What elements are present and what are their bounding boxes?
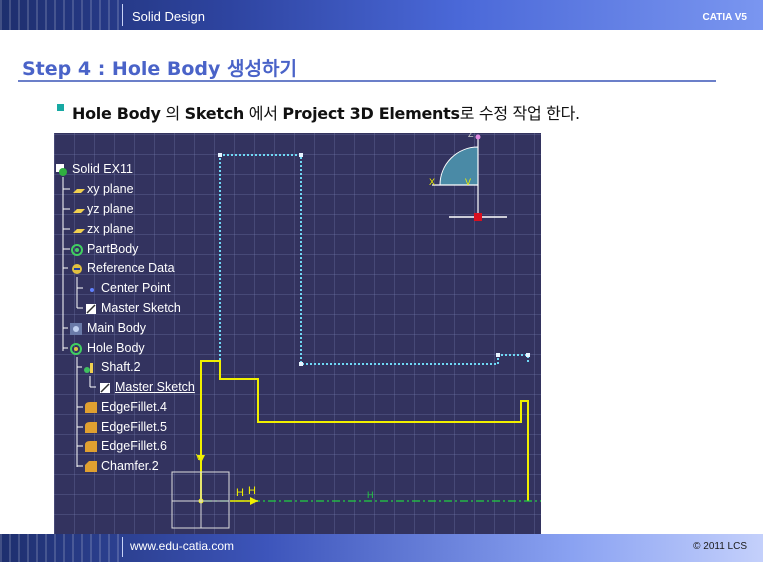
bullet-text-1: 의 bbox=[160, 104, 185, 123]
tree-label: Solid EX11 bbox=[72, 162, 133, 176]
compass-x-label: X bbox=[429, 177, 436, 187]
tree-label: zx plane bbox=[87, 222, 134, 236]
tree-label: EdgeFillet.4 bbox=[101, 400, 168, 414]
bullet-text: Hole Body 의 Sketch 에서 Project 3D Element… bbox=[72, 100, 580, 124]
bullet-marker bbox=[57, 104, 64, 111]
fillet-icon bbox=[84, 440, 97, 453]
tree-label: Chamfer.2 bbox=[101, 459, 159, 473]
tree-label: EdgeFillet.5 bbox=[101, 420, 168, 434]
page-title: Step 4 : Hole Body 생성하기 bbox=[22, 58, 297, 80]
tree-label: Hole Body bbox=[87, 341, 145, 355]
tree-label: yz plane bbox=[87, 202, 134, 216]
footer-url[interactable]: www.edu-catia.com bbox=[130, 539, 234, 553]
sketch-profile[interactable] bbox=[200, 360, 529, 501]
footer-pattern bbox=[0, 534, 120, 562]
compass-z-label: Z bbox=[468, 133, 474, 139]
tree-label: Main Body bbox=[87, 321, 147, 335]
tree-label: Master Sketch bbox=[115, 380, 195, 394]
header-separator bbox=[122, 4, 123, 26]
v-axis-label: V bbox=[196, 453, 202, 462]
h-axis-label-1: H bbox=[236, 487, 244, 499]
bullet-bold-3: Project 3D Elements bbox=[282, 104, 460, 123]
bullet-text-3: 로 수정 작업 한다. bbox=[459, 104, 580, 123]
geoset-icon bbox=[70, 262, 83, 275]
fillet-icon bbox=[84, 421, 97, 434]
body-icon bbox=[69, 322, 82, 335]
tree-label: Master Sketch bbox=[101, 301, 181, 315]
cad-viewport[interactable]: H H H V Z X V Solid EX11 xy plane yz pla… bbox=[54, 133, 541, 535]
fillet-icon bbox=[84, 401, 97, 414]
compass-y-label: V bbox=[465, 177, 472, 187]
sketch-icon bbox=[84, 302, 97, 315]
part-icon bbox=[55, 163, 68, 176]
plane-icon bbox=[72, 183, 85, 196]
header-title: Solid Design bbox=[132, 9, 205, 24]
point-icon bbox=[85, 282, 98, 295]
tree-label: xy plane bbox=[87, 182, 134, 196]
title-divider bbox=[18, 80, 716, 82]
tree-label: Reference Data bbox=[87, 261, 175, 275]
bullet-text-2: 에서 bbox=[243, 104, 283, 123]
footer-bar: www.edu-catia.com © 2011 LCS bbox=[0, 534, 763, 562]
bullet-bold-1: Hole Body bbox=[72, 104, 161, 123]
projected-profile bbox=[201, 154, 529, 365]
product-label: CATIA V5 bbox=[702, 12, 747, 23]
h-axis-label-2: H bbox=[248, 485, 256, 497]
tree-label: PartBody bbox=[87, 242, 139, 256]
tree-label: EdgeFillet.6 bbox=[101, 439, 168, 453]
header-pattern bbox=[0, 0, 120, 30]
plane-icon bbox=[72, 223, 85, 236]
footer-copyright: © 2011 LCS bbox=[693, 541, 747, 552]
sketch-icon bbox=[98, 381, 111, 394]
body-icon bbox=[69, 342, 82, 355]
tree-label: Shaft.2 bbox=[101, 360, 141, 374]
shaft-icon bbox=[82, 361, 95, 374]
header-bar: Solid Design CATIA V5 bbox=[0, 0, 763, 30]
h-axis-label-3: H bbox=[367, 490, 374, 500]
body-icon bbox=[70, 243, 83, 256]
plane-icon bbox=[72, 203, 85, 216]
chamfer-icon bbox=[84, 460, 97, 473]
tree-label: Center Point bbox=[101, 281, 171, 295]
bullet-bold-2: Sketch bbox=[184, 104, 245, 123]
footer-separator bbox=[122, 537, 123, 557]
